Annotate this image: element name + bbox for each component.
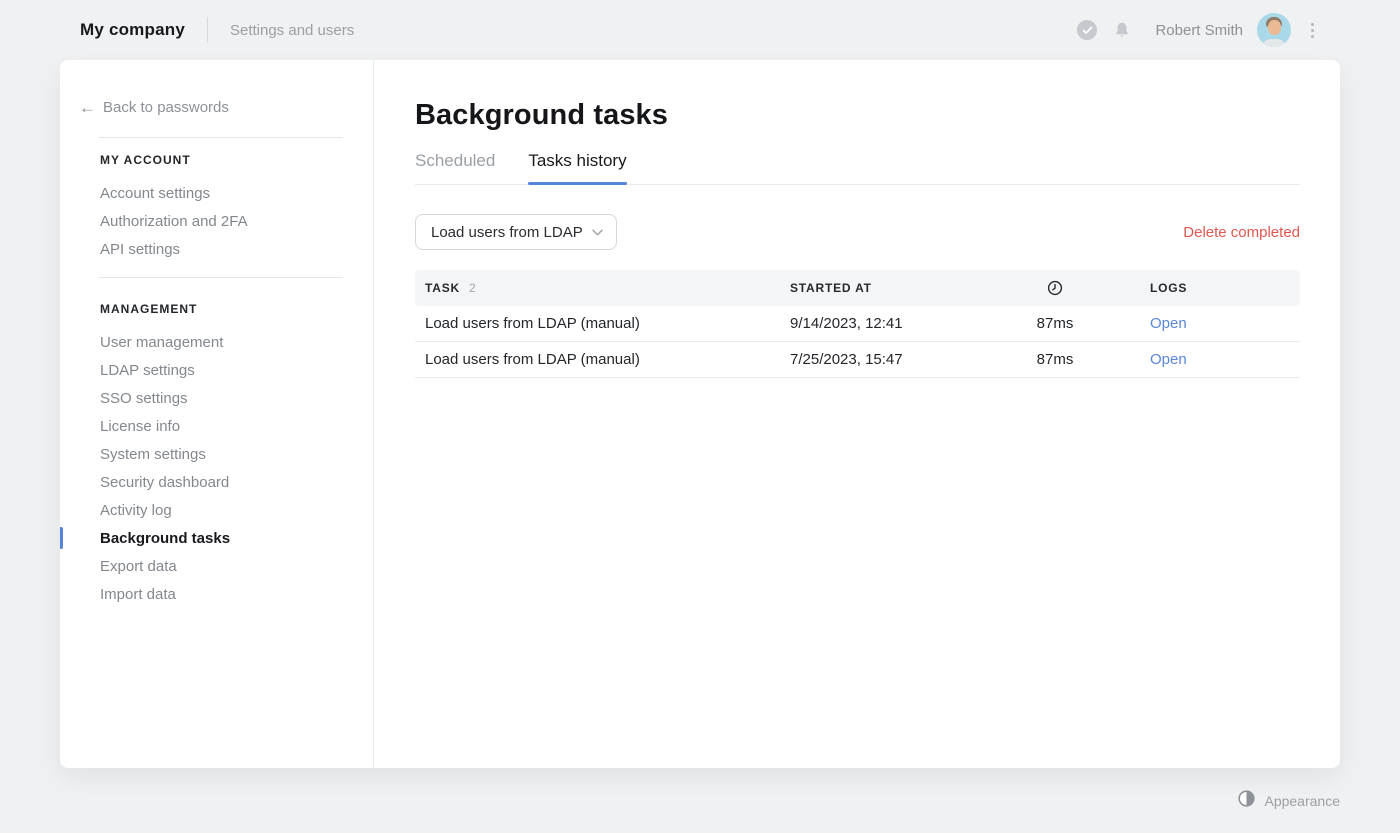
sidebar-item-label: Export data: [100, 558, 177, 575]
back-arrow-icon: ←: [79, 99, 96, 116]
back-label: Back to passwords: [103, 99, 229, 116]
tasks-table: TASK 2 STARTED AT LOGS Load users from L…: [415, 270, 1300, 378]
sidebar-item-label: User management: [100, 334, 223, 351]
task-filter-value: Load users from LDAP: [431, 224, 583, 241]
section-title-management: MANAGEMENT: [100, 302, 373, 316]
sidebar-item-license-info[interactable]: License info: [60, 412, 373, 440]
my-account-nav: Account settings Authorization and 2FA A…: [60, 179, 373, 263]
sidebar-item-security-dashboard[interactable]: Security dashboard: [60, 468, 373, 496]
sidebar: ← Back to passwords MY ACCOUNT Account s…: [60, 60, 374, 768]
sidebar-item-system-settings[interactable]: System settings: [60, 440, 373, 468]
task-duration: 87ms: [1010, 315, 1100, 332]
tab-scheduled[interactable]: Scheduled: [415, 151, 495, 184]
sidebar-item-user-management[interactable]: User management: [60, 328, 373, 356]
sidebar-item-ldap-settings[interactable]: LDAP settings: [60, 356, 373, 384]
open-logs-link[interactable]: Open: [1150, 351, 1187, 368]
bell-icon[interactable]: [1113, 21, 1131, 40]
toolbar: Load users from LDAP Delete completed: [415, 214, 1300, 250]
column-task: TASK: [425, 281, 460, 295]
user-name: Robert Smith: [1155, 22, 1243, 39]
sidebar-item-label: Background tasks: [100, 530, 230, 547]
sidebar-item-label: Import data: [100, 586, 176, 603]
page-footer: Appearance: [0, 768, 1400, 833]
page-title: Background tasks: [415, 99, 1300, 132]
appearance-half-circle-icon: [1238, 790, 1255, 812]
task-duration: 87ms: [1010, 351, 1100, 368]
sidebar-item-label: Authorization and 2FA: [100, 213, 248, 230]
clock-icon: [1047, 280, 1063, 294]
main-content: Background tasks Scheduled Tasks history…: [374, 60, 1340, 768]
sidebar-item-label: License info: [100, 418, 180, 435]
kebab-menu-icon[interactable]: [1307, 19, 1318, 42]
top-bar: My company Settings and users Robert Smi…: [0, 0, 1400, 60]
task-started-at: 9/14/2023, 12:41: [790, 315, 1010, 332]
sidebar-item-activity-log[interactable]: Activity log: [60, 496, 373, 524]
sidebar-item-import-data[interactable]: Import data: [60, 580, 373, 608]
tabs-bar: Scheduled Tasks history: [415, 151, 1300, 185]
back-to-passwords-link[interactable]: ← Back to passwords: [60, 97, 373, 117]
column-duration: [1010, 280, 1100, 296]
delete-completed-button[interactable]: Delete completed: [1183, 224, 1300, 241]
sidebar-item-authorization-2fa[interactable]: Authorization and 2FA: [60, 207, 373, 235]
task-name: Load users from LDAP (manual): [415, 315, 790, 332]
sidebar-item-account-settings[interactable]: Account settings: [60, 179, 373, 207]
table-row: Load users from LDAP (manual) 9/14/2023,…: [415, 306, 1300, 342]
sidebar-item-export-data[interactable]: Export data: [60, 552, 373, 580]
tab-tasks-history[interactable]: Tasks history: [528, 151, 626, 184]
active-indicator: [60, 527, 63, 549]
sidebar-item-label: System settings: [100, 446, 206, 463]
sidebar-item-label: SSO settings: [100, 390, 188, 407]
task-filter-dropdown[interactable]: Load users from LDAP: [415, 214, 617, 250]
topbar-subtitle: Settings and users: [230, 22, 354, 39]
sidebar-item-api-settings[interactable]: API settings: [60, 235, 373, 263]
chevron-down-icon: [592, 229, 603, 236]
task-count-badge: 2: [469, 281, 476, 295]
settings-card: ← Back to passwords MY ACCOUNT Account s…: [60, 60, 1340, 768]
sidebar-item-background-tasks[interactable]: Background tasks: [60, 524, 373, 552]
column-started-at: STARTED AT: [790, 281, 1010, 295]
sidebar-item-label: Activity log: [100, 502, 172, 519]
brand-name: My company: [80, 20, 185, 40]
task-started-at: 7/25/2023, 15:47: [790, 351, 1010, 368]
sidebar-item-label: Security dashboard: [100, 474, 229, 491]
sidebar-item-label: LDAP settings: [100, 362, 195, 379]
sidebar-item-sso-settings[interactable]: SSO settings: [60, 384, 373, 412]
sidebar-item-label: API settings: [100, 241, 180, 258]
management-nav: User management LDAP settings SSO settin…: [60, 328, 373, 608]
status-check-icon[interactable]: [1077, 20, 1097, 40]
open-logs-link[interactable]: Open: [1150, 315, 1187, 332]
section-title-my-account: MY ACCOUNT: [100, 153, 373, 167]
table-row: Load users from LDAP (manual) 7/25/2023,…: [415, 342, 1300, 378]
avatar-face: [1268, 20, 1281, 35]
sidebar-divider: [99, 277, 343, 278]
sidebar-divider: [99, 137, 343, 138]
table-header-row: TASK 2 STARTED AT LOGS: [415, 270, 1300, 306]
avatar-shirt: [1262, 39, 1286, 47]
appearance-toggle[interactable]: Appearance: [1238, 790, 1340, 812]
topbar-divider: [207, 17, 208, 43]
appearance-label: Appearance: [1264, 793, 1340, 809]
task-name: Load users from LDAP (manual): [415, 351, 790, 368]
sidebar-item-label: Account settings: [100, 185, 210, 202]
column-logs: LOGS: [1100, 281, 1300, 295]
user-avatar[interactable]: [1257, 13, 1291, 47]
